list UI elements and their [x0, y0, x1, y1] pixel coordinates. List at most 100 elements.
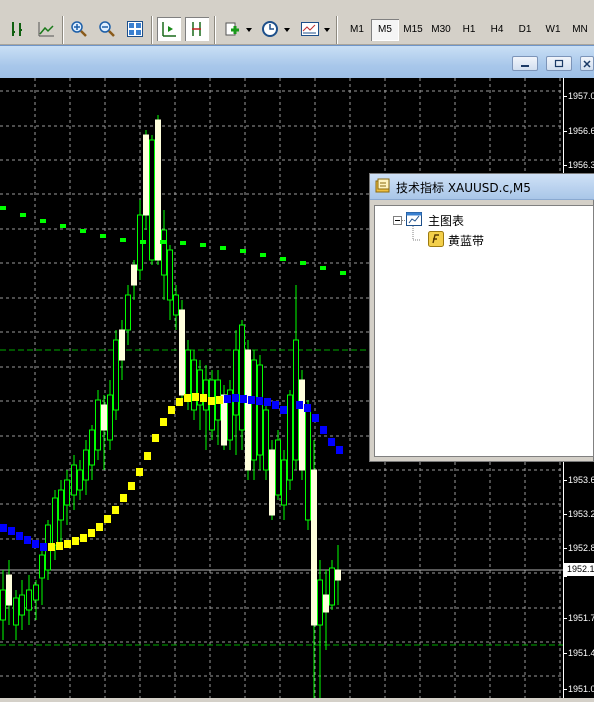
- moving-average-point: [160, 240, 166, 244]
- bar-chart-icon: [12, 22, 22, 36]
- tree-item-yellow-blue-band[interactable]: 黄蓝带: [448, 232, 484, 249]
- price-label: 1953.6: [568, 475, 594, 485]
- candle-body: [281, 459, 287, 506]
- blue-band-point: [240, 395, 247, 403]
- candle-body: [131, 264, 137, 286]
- price-tick: [563, 653, 567, 654]
- price-label: 1951.4: [568, 648, 594, 658]
- blue-band-point: [0, 524, 7, 532]
- price-label: 1951.7: [568, 613, 594, 623]
- price-tick: [563, 165, 567, 166]
- yellow-band-point: [64, 540, 71, 548]
- timeframe-m5[interactable]: M5: [371, 19, 399, 41]
- price-tick: [563, 96, 567, 97]
- line-chart-button[interactable]: [34, 17, 58, 41]
- candle-body: [83, 449, 89, 481]
- yellow-band-point: [48, 543, 55, 551]
- chevron-down-icon[interactable]: [324, 28, 330, 32]
- chart-shift-icon: [162, 22, 176, 37]
- yellow-band-point: [168, 406, 175, 414]
- tile-windows-button[interactable]: [123, 17, 147, 41]
- chevron-down-icon[interactable]: [284, 28, 290, 32]
- moving-average-point: [20, 213, 26, 217]
- indicator-list-icon: [375, 178, 390, 193]
- yellow-band-point: [152, 434, 159, 442]
- timeframe-m15[interactable]: M15: [399, 19, 427, 41]
- timeframe-m30[interactable]: M30: [427, 19, 455, 41]
- candle-body: [52, 497, 58, 546]
- yellow-band-point: [200, 394, 207, 402]
- timeframe-h1[interactable]: H1: [455, 19, 483, 41]
- tile-windows-icon: [127, 21, 143, 37]
- minimize-button[interactable]: [512, 56, 538, 71]
- timeframe-mn[interactable]: MN: [566, 19, 594, 41]
- moving-average-point: [300, 261, 306, 265]
- price-label: 1956.6: [568, 126, 594, 136]
- candle-body: [167, 249, 173, 301]
- zoom-in-icon: [71, 21, 87, 37]
- yellow-band-point: [136, 468, 143, 476]
- candle-body: [58, 489, 64, 521]
- candle-body: [239, 324, 245, 431]
- candle-body: [113, 339, 119, 411]
- current-price-label: 1952.1: [564, 563, 594, 576]
- price-tick: [563, 480, 567, 481]
- autoscroll-icon: [192, 22, 201, 36]
- moving-average-point: [60, 224, 66, 228]
- candle-body: [173, 294, 179, 316]
- chart-window-icon: [406, 212, 422, 226]
- custom-indicator-icon: [428, 231, 444, 247]
- tree-item-main-chart[interactable]: 主图表: [428, 212, 464, 229]
- minimize-icon: [521, 64, 529, 67]
- zoom-out-button[interactable]: [95, 17, 119, 41]
- indicators-button[interactable]: [220, 17, 244, 41]
- indicators-icon: [225, 22, 239, 36]
- blue-band-point: [8, 527, 15, 535]
- zoom-in-button[interactable]: [67, 17, 91, 41]
- autoscroll-button[interactable]: [185, 17, 209, 41]
- candle-body: [77, 469, 83, 491]
- timeframe-d1[interactable]: D1: [511, 19, 539, 41]
- candle-body: [311, 469, 317, 626]
- candle-body: [185, 349, 191, 401]
- yellow-band-point: [56, 542, 63, 550]
- blue-band-point: [24, 536, 31, 544]
- candle-body: [335, 569, 341, 581]
- moving-average-point: [40, 219, 46, 223]
- candle-body: [26, 589, 32, 611]
- price-label: 1951.0: [568, 684, 594, 694]
- candle-body: [71, 464, 77, 496]
- restore-button[interactable]: [546, 56, 572, 71]
- candle-body: [179, 309, 185, 396]
- templates-button[interactable]: [298, 17, 322, 41]
- chart-shift-button[interactable]: [157, 17, 181, 41]
- moving-average-point: [320, 266, 326, 270]
- blue-band-point: [248, 396, 255, 404]
- candle-body: [263, 409, 269, 471]
- timeframe-m1[interactable]: M1: [343, 19, 371, 41]
- timeframe-h4[interactable]: H4: [483, 19, 511, 41]
- moving-average-point: [340, 271, 346, 275]
- toolbar: M1 M5 M15 M30 H1 H4 D1 W1 MN: [0, 0, 594, 45]
- blue-band-point: [312, 414, 319, 422]
- timeframe-w1[interactable]: W1: [539, 19, 567, 41]
- periods-button[interactable]: [258, 17, 282, 41]
- candle-body: [13, 597, 19, 626]
- dialog-titlebar[interactable]: 技术指标 XAUUSD.c,M5: [370, 174, 594, 200]
- yellow-band-point: [104, 515, 111, 523]
- yellow-band-point: [208, 397, 215, 405]
- bar-chart-button[interactable]: [6, 17, 30, 41]
- indicator-tree[interactable]: 主图表 黄蓝带: [374, 205, 594, 457]
- blue-band-point: [320, 426, 327, 434]
- chevron-down-icon[interactable]: [246, 28, 252, 32]
- toolbar-separator: [336, 16, 338, 44]
- candle-body: [33, 584, 39, 601]
- candle-body: [275, 439, 281, 496]
- candle-body: [287, 394, 293, 481]
- moving-average-point: [200, 243, 206, 247]
- yellow-band-point: [160, 418, 167, 426]
- close-button[interactable]: [580, 56, 594, 71]
- candle-body: [0, 589, 6, 621]
- price-tick: [563, 131, 567, 132]
- candle-body: [323, 594, 329, 613]
